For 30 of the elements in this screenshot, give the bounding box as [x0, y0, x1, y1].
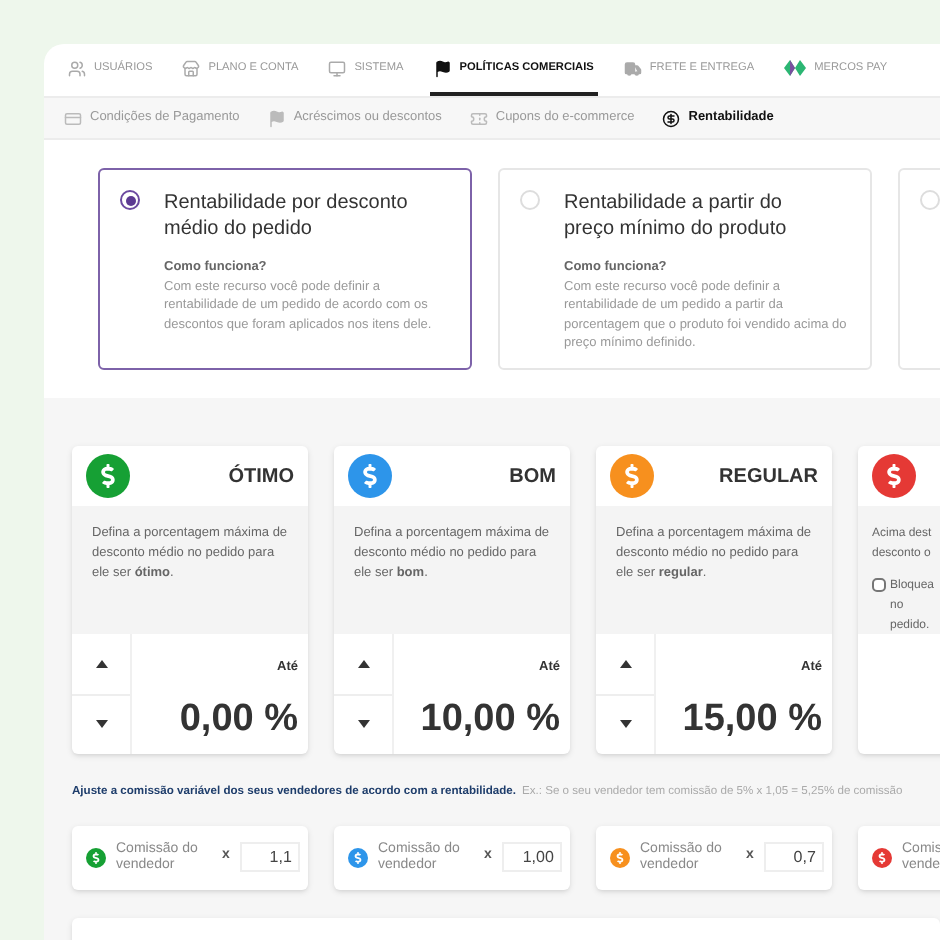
flag-icon [433, 59, 452, 77]
up-triangle-icon [95, 659, 107, 668]
down-triangle-icon [357, 720, 369, 729]
option-card[interactable] [498, 168, 872, 370]
percentage-value: 15,00 % [682, 695, 822, 743]
truck-icon [623, 59, 642, 77]
multiplier-field[interactable]: 0,7 [763, 842, 824, 873]
level-title: ÓTIMO [228, 462, 294, 491]
card-icon [64, 109, 82, 127]
multiplier-field[interactable]: 1,00 [501, 842, 562, 873]
store-icon [182, 59, 201, 77]
block-checkbox[interactable] [872, 578, 886, 592]
monitor-icon [328, 59, 347, 77]
up-triangle-icon [619, 659, 631, 668]
percentage-value: 0,00 % [179, 695, 298, 743]
logo-icon [784, 60, 807, 76]
flag-icon [267, 109, 286, 127]
level-title: REGULAR [719, 463, 818, 491]
option-title: Rentabilidade por desconto médio do pedido [164, 190, 410, 242]
ticket-icon [469, 109, 488, 127]
percentage-value: 10,00 % [420, 695, 560, 743]
users-icon [68, 59, 86, 77]
option-title: Rentabilidade a partir do preço mínimo do produto [564, 190, 789, 242]
down-triangle-icon [619, 720, 631, 729]
dollar-circle-icon [662, 109, 681, 127]
up-triangle-icon [357, 659, 369, 668]
multiplier-field[interactable]: 1,1 [239, 842, 300, 873]
down-triangle-icon [95, 720, 107, 729]
level-title: BOM [509, 463, 556, 491]
radio-button[interactable] [120, 190, 140, 210]
